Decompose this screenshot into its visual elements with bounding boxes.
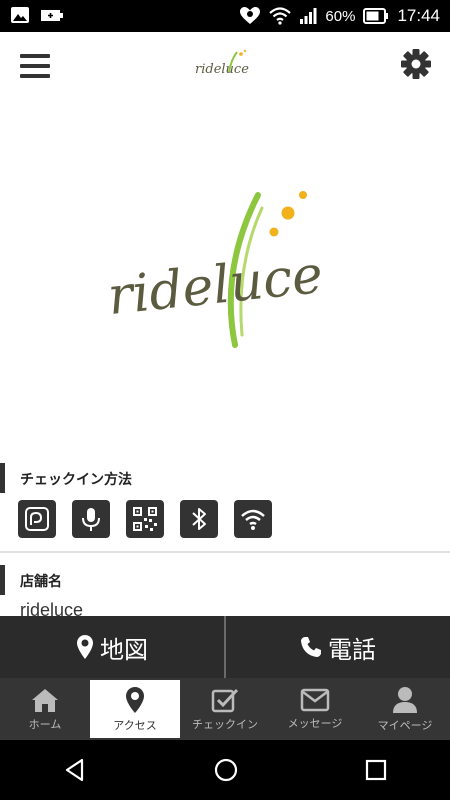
- heart-status-icon: [240, 7, 261, 24]
- menu-line: [20, 74, 50, 78]
- phone-button[interactable]: 電話: [226, 616, 450, 678]
- nav-checkin[interactable]: チェックイン: [180, 678, 270, 740]
- header-logo-text: rideluce: [195, 62, 249, 77]
- qr-code-icon[interactable]: [126, 500, 164, 538]
- menu-line: [20, 64, 50, 68]
- nav-home[interactable]: ホーム: [0, 678, 90, 740]
- checkin-section-header: チェックイン方法: [0, 463, 450, 493]
- system-nav-bar: [0, 740, 450, 800]
- settings-gear-icon[interactable]: [400, 48, 432, 80]
- bluetooth-icon[interactable]: [180, 500, 218, 538]
- nav-mypage[interactable]: マイページ: [360, 678, 450, 740]
- nfc-icon[interactable]: [18, 500, 56, 538]
- menu-button[interactable]: [20, 54, 50, 80]
- phone-icon: [301, 637, 321, 657]
- signal-icon: [300, 8, 317, 24]
- image-icon: [11, 7, 29, 23]
- header-logo: rideluce: [195, 49, 249, 77]
- nav-checkin-label: チェックイン: [192, 717, 258, 731]
- home-icon: [32, 688, 58, 712]
- status-right: 60% 17:44: [239, 0, 440, 32]
- status-bar: 60% 17:44: [0, 0, 450, 32]
- battery-icon: [363, 8, 389, 24]
- phone-button-label: 電話: [328, 635, 376, 664]
- battery-percent: 60%: [325, 7, 356, 25]
- map-button[interactable]: 地図: [0, 616, 224, 678]
- wifi-icon[interactable]: [234, 500, 272, 538]
- store-section-header: 店舗名: [0, 565, 450, 595]
- menu-line: [20, 54, 50, 58]
- nav-message[interactable]: メッセージ: [270, 678, 360, 740]
- checkin-methods: [18, 500, 272, 538]
- home-circle-icon[interactable]: [213, 757, 239, 783]
- battery-plus-icon: [41, 10, 63, 21]
- hero-logo: rideluce: [105, 191, 326, 348]
- status-left: [10, 6, 64, 24]
- map-button-label: 地図: [100, 635, 148, 664]
- recent-apps-icon[interactable]: [364, 758, 388, 782]
- hero-logo-text: rideluce: [105, 245, 326, 327]
- store-section-title: 店舗名: [20, 574, 62, 590]
- bottom-nav: ホーム アクセス チェックイン メッセージ マイページ: [0, 678, 450, 740]
- section-accent-bar: [0, 463, 5, 493]
- back-icon[interactable]: [62, 757, 88, 783]
- section-divider: [0, 551, 450, 553]
- nav-access[interactable]: アクセス: [90, 680, 180, 738]
- checkbox-icon: [211, 688, 239, 712]
- wifi-status-icon: [269, 7, 292, 25]
- envelope-icon: [300, 688, 330, 711]
- map-pin-icon: [126, 686, 144, 713]
- action-bar: 地図 電話: [0, 616, 450, 678]
- nav-message-label: メッセージ: [287, 716, 343, 730]
- nav-mypage-label: マイページ: [377, 718, 433, 732]
- map-pin-icon: [77, 635, 93, 659]
- person-icon: [393, 686, 417, 713]
- microphone-icon[interactable]: [72, 500, 110, 538]
- app-bar: rideluce: [0, 32, 450, 102]
- status-time: 17:44: [397, 6, 440, 25]
- checkin-section-title: チェックイン方法: [20, 472, 132, 488]
- nav-access-label: アクセス: [113, 718, 157, 732]
- nav-home-label: ホーム: [28, 717, 62, 731]
- section-accent-bar: [0, 565, 5, 595]
